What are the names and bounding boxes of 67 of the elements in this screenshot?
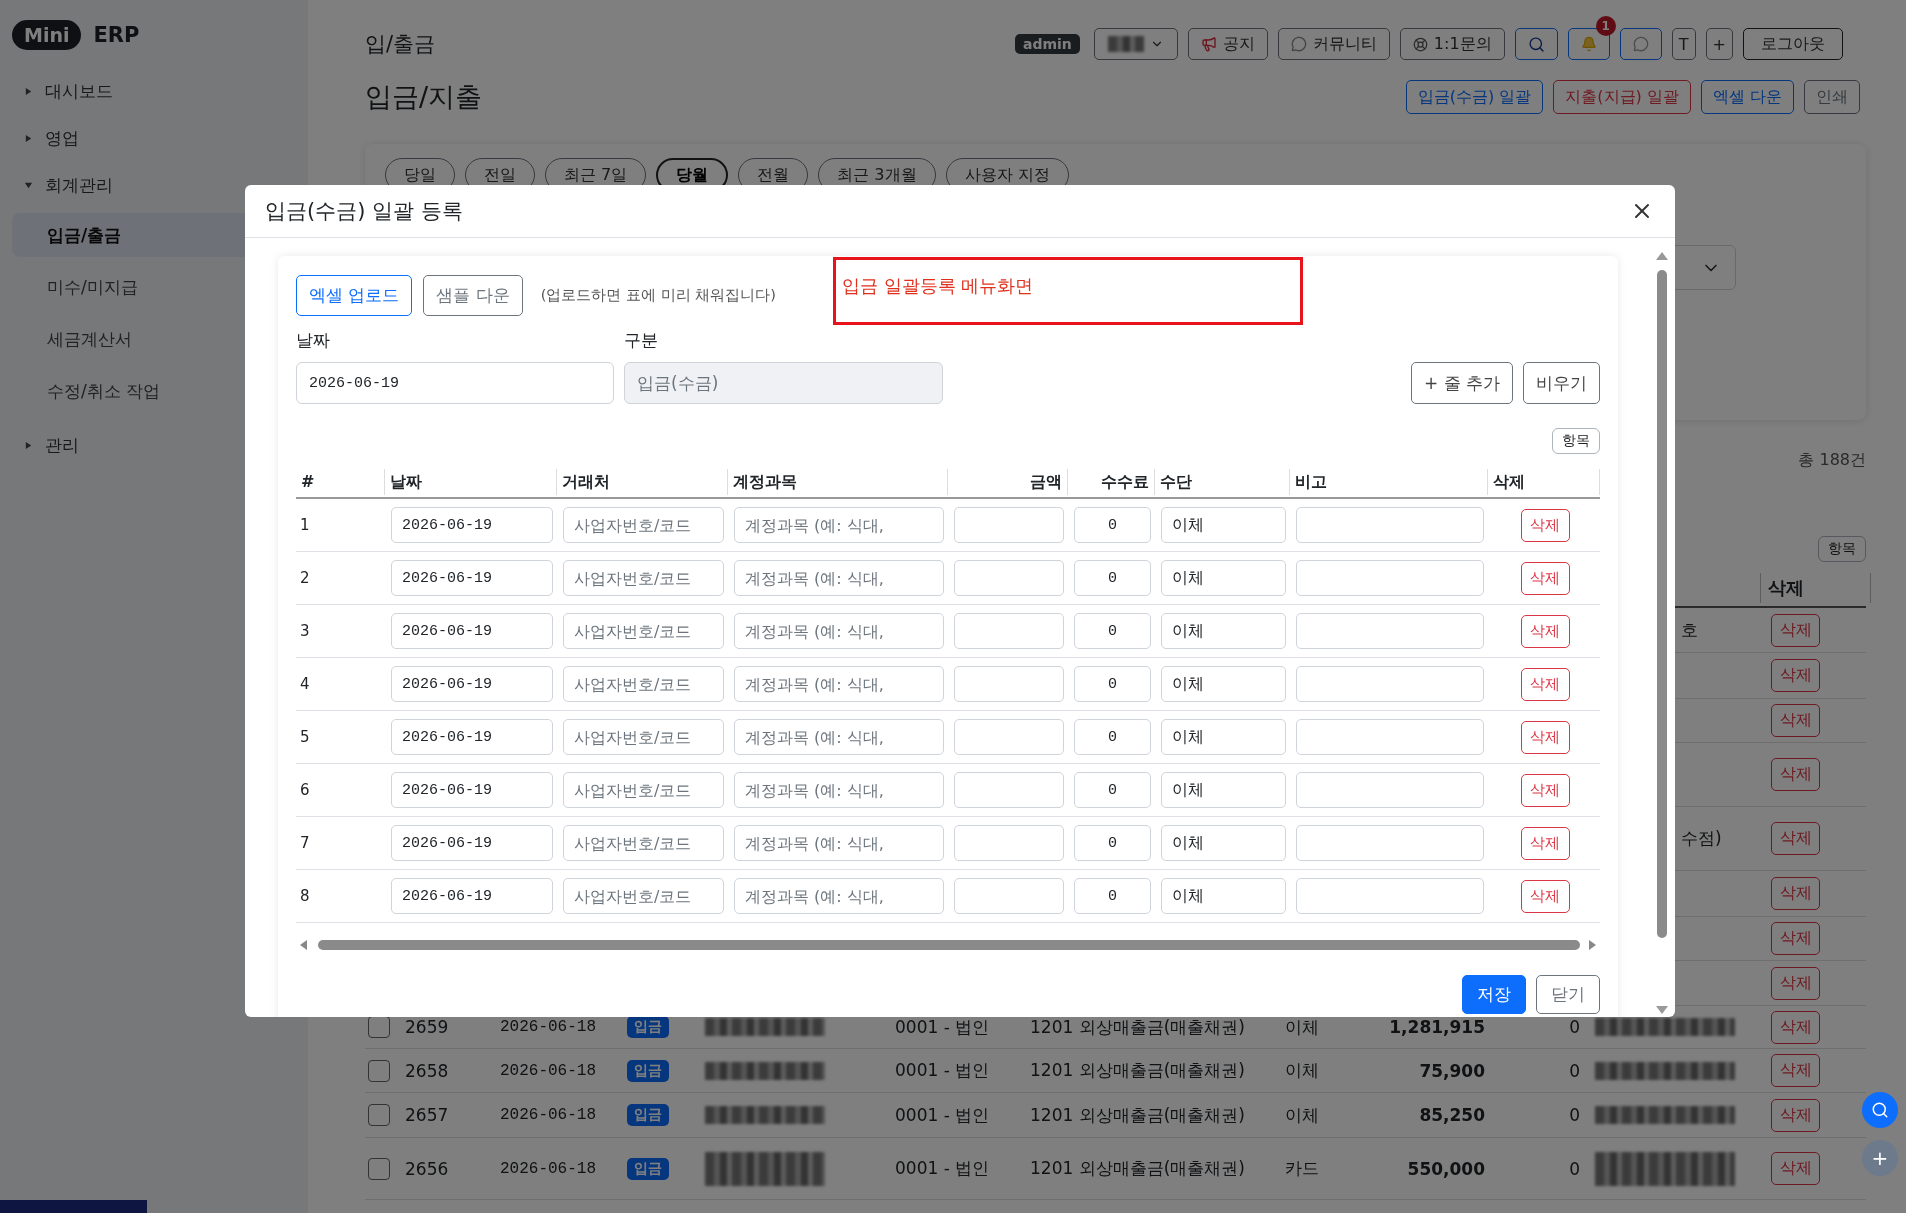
type-tag: 입금: [627, 1157, 669, 1180]
column-header: 삭제: [1760, 573, 1871, 603]
column-header: 계정과목: [728, 469, 948, 495]
table-cell-text: 1201 외상매출금(매출채권): [1030, 1157, 1246, 1180]
table-cell-text: 1,281,915: [1388, 1017, 1486, 1037]
type-tag: 입금: [627, 1016, 669, 1038]
table-cell-text: 2026-06-18: [500, 1018, 597, 1036]
table-cell-text: 이체: [1285, 1015, 1320, 1039]
breadcrumb: 입/출금: [365, 31, 436, 58]
sidebar-item-label: 대시보드: [45, 80, 113, 103]
column-header: 금액: [948, 469, 1068, 495]
table-cell-text: 0: [1568, 1060, 1581, 1081]
table-cell-text: 1201 외상매출금(매출채권): [1030, 1103, 1246, 1127]
column-header: 날짜: [385, 469, 557, 495]
table-cell-text: 카드: [1285, 1157, 1320, 1180]
row-number: 6: [299, 781, 311, 799]
user-role-badge: admin: [1015, 34, 1080, 54]
column-header: 비고: [1290, 469, 1488, 495]
row-number: 3: [299, 622, 311, 640]
column-header: 삭제: [1488, 469, 1600, 495]
table-cell-text: 호: [1680, 618, 1699, 642]
sidebar-item-label: 영업: [45, 127, 79, 150]
table-cell-text: 0: [1568, 1017, 1581, 1037]
row-number: 5: [299, 728, 311, 746]
sidebar-item-label: 회계관리: [45, 174, 113, 197]
upload-hint: (업로드하면 표에 미리 채워집니다): [540, 286, 776, 305]
column-header: #: [296, 469, 385, 495]
table-cell-text: 2656: [405, 1158, 450, 1179]
total-count: 총 188건: [1798, 450, 1866, 470]
table-cell-text: 1201 외상매출금(매출채권): [1030, 1059, 1246, 1082]
table-cell-text: 2659: [405, 1017, 450, 1037]
table-cell-text: 이체: [1285, 1059, 1320, 1082]
table-cell-text: 2657: [405, 1105, 450, 1125]
annotation-callout: 입금 일괄등록 메뉴화면: [833, 257, 1303, 325]
table-cell-text: 2026-06-18: [500, 1061, 597, 1080]
table-cell-text: 0: [1568, 1158, 1581, 1179]
table-cell-text: 수점): [1680, 827, 1723, 850]
table-cell-text: 0001 - 법인: [895, 1157, 991, 1180]
logo-text: ERP: [93, 23, 140, 47]
row-number: 4: [299, 675, 311, 693]
row-number: 2: [299, 569, 311, 587]
table-cell-text: 이체: [1285, 1103, 1320, 1127]
row-number: 1: [299, 516, 311, 534]
field-label: 날짜: [296, 329, 331, 352]
type-tag: 입금: [627, 1059, 669, 1082]
row-number: 8: [299, 887, 311, 905]
table-cell-text: 2026-06-18: [500, 1106, 597, 1124]
sidebar-item-label: 관리: [45, 434, 79, 457]
column-header: 거래처: [557, 469, 728, 495]
row-number: 7: [299, 834, 311, 852]
table-cell-text: 550,000: [1406, 1158, 1486, 1179]
table-cell-text: 2026-06-18: [500, 1159, 597, 1178]
column-header: 수단: [1155, 469, 1290, 495]
table-cell-text: 1201 외상매출금(매출채권): [1030, 1015, 1246, 1039]
page-title: 입금/지출: [365, 80, 483, 114]
field-label: 구분: [624, 329, 659, 352]
table-cell-text: 0001 - 법인: [895, 1059, 991, 1082]
table-cell-text: 2658: [405, 1060, 450, 1081]
table-cell-text: 0001 - 법인: [895, 1015, 991, 1039]
notification-count: 1: [1595, 16, 1616, 36]
type-tag: 입금: [627, 1104, 669, 1126]
column-header: 수수료: [1068, 469, 1155, 495]
logo-badge: Mini: [12, 20, 82, 50]
table-cell-text: 75,900: [1418, 1060, 1486, 1081]
table-cell-text: 0: [1568, 1105, 1581, 1125]
table-cell-text: 85,250: [1418, 1105, 1486, 1125]
table-cell-text: 0001 - 법인: [895, 1103, 991, 1127]
